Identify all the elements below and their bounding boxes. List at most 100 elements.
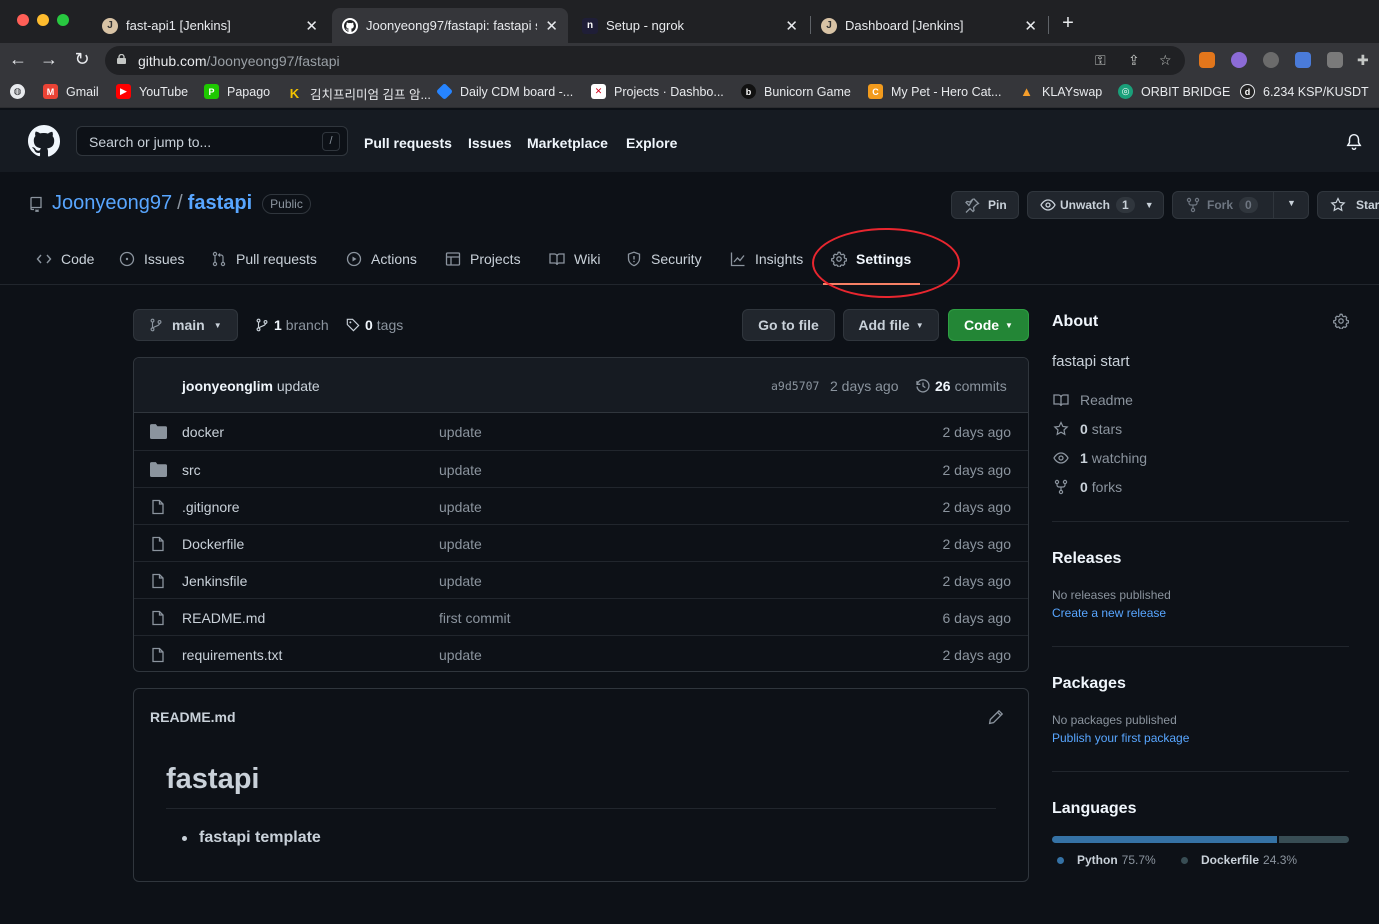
forks-link[interactable]: 0 forks <box>1053 479 1122 495</box>
browser-tab-jenkins-fastapi[interactable]: J fast-api1 [Jenkins] ✕ <box>92 8 328 43</box>
tags-link[interactable]: 0 tags <box>346 317 403 333</box>
pencil-icon[interactable] <box>988 709 1004 725</box>
bookmark-globe[interactable]: ◍ <box>10 84 25 99</box>
extension-icon[interactable] <box>1231 52 1247 68</box>
key-icon[interactable]: ⚿ <box>1095 52 1106 69</box>
tab-pull-requests[interactable]: Pull requests <box>211 251 317 267</box>
tab-actions[interactable]: Actions <box>346 251 417 267</box>
file-name-link[interactable]: .gitignore <box>182 499 240 515</box>
fork-button[interactable]: Fork 0 ▼ <box>1172 191 1309 219</box>
bookmark-bunicorn[interactable]: b Bunicorn Game <box>741 84 851 99</box>
repo-name-link[interactable]: fastapi <box>188 192 252 215</box>
translate-extension-icon[interactable] <box>1295 52 1311 68</box>
file-name-link[interactable]: docker <box>182 424 224 440</box>
window-zoom-button[interactable] <box>57 14 69 26</box>
readme-link[interactable]: Readme <box>1053 392 1133 408</box>
file-row-jenkinsfile[interactable]: Jenkinsfile update 2 days ago <box>134 561 1028 598</box>
unwatch-button[interactable]: Unwatch 1 ▼ <box>1027 191 1164 219</box>
bookmark-papago[interactable]: P Papago <box>204 84 270 99</box>
nav-marketplace[interactable]: Marketplace <box>527 135 608 151</box>
file-name-link[interactable]: requirements.txt <box>182 647 282 663</box>
star-button[interactable]: Star <box>1317 191 1379 219</box>
file-commit-message[interactable]: update <box>439 536 482 552</box>
go-to-file-button[interactable]: Go to file <box>742 309 835 341</box>
back-button[interactable]: ← <box>7 49 29 70</box>
file-commit-message[interactable]: update <box>439 647 482 663</box>
pin-button[interactable]: Pin <box>951 191 1019 219</box>
reload-button[interactable]: ↻ <box>71 49 93 70</box>
add-file-button[interactable]: Add file ▼ <box>843 309 939 341</box>
file-name-link[interactable]: README.md <box>182 610 265 626</box>
file-row-src[interactable]: src update 2 days ago <box>134 450 1028 487</box>
nav-pull-requests[interactable]: Pull requests <box>364 135 452 151</box>
new-tab-button[interactable]: + <box>1058 12 1078 35</box>
file-commit-message[interactable]: update <box>439 499 482 515</box>
gear-icon[interactable] <box>1333 313 1349 329</box>
share-icon[interactable]: ⇪ <box>1128 52 1140 69</box>
browser-tab-jenkins-dashboard[interactable]: J Dashboard [Jenkins] ✕ <box>811 8 1047 43</box>
file-row-requirements[interactable]: requirements.txt update 2 days ago <box>134 635 1028 671</box>
bookmark-gmail[interactable]: M Gmail <box>43 84 99 99</box>
address-bar[interactable]: github.com/Joonyeong97/fastapi ⚿ ⇪ ☆ <box>105 46 1185 75</box>
close-tab-icon[interactable]: ✕ <box>545 17 558 35</box>
tab-wiki[interactable]: Wiki <box>549 251 600 267</box>
extensions-puzzle-icon[interactable]: ✚ <box>1357 52 1373 68</box>
nav-issues[interactable]: Issues <box>468 135 512 151</box>
bookmark-kimchi[interactable]: K 김치프리미엄 김프 암... <box>287 84 431 103</box>
tab-code[interactable]: Code <box>36 251 94 267</box>
releases-heading[interactable]: Releases <box>1052 550 1121 568</box>
tab-projects[interactable]: Projects <box>445 251 521 267</box>
extension-icon[interactable] <box>1327 52 1343 68</box>
file-commit-message[interactable]: first commit <box>439 610 511 626</box>
language-python[interactable]: Python 75.7% <box>1057 853 1156 867</box>
window-minimize-button[interactable] <box>37 14 49 26</box>
publish-package-link[interactable]: Publish your first package <box>1052 731 1189 745</box>
forward-button[interactable]: → <box>38 49 60 70</box>
commit-sha-link[interactable]: a9d5707 <box>771 379 819 393</box>
stars-link[interactable]: 0 stars <box>1053 421 1122 437</box>
file-commit-message[interactable]: update <box>439 462 482 478</box>
commit-author-link[interactable]: joonyeonglim <box>182 378 273 394</box>
close-tab-icon[interactable]: ✕ <box>1024 17 1037 35</box>
file-name-link[interactable]: Dockerfile <box>182 536 244 552</box>
close-tab-icon[interactable]: ✕ <box>785 17 798 35</box>
code-dropdown-button[interactable]: Code ▼ <box>948 309 1029 341</box>
bookmark-star-icon[interactable]: ☆ <box>1159 52 1172 69</box>
bookmark-my-pet[interactable]: C My Pet - Hero Cat... <box>868 84 1001 99</box>
nav-explore[interactable]: Explore <box>626 135 677 151</box>
file-row-dockerfile[interactable]: Dockerfile update 2 days ago <box>134 524 1028 561</box>
extension-icon[interactable] <box>1263 52 1279 68</box>
browser-tab-ngrok[interactable]: n Setup - ngrok ✕ <box>572 8 808 43</box>
metamask-extension-icon[interactable] <box>1199 52 1215 68</box>
file-row-docker[interactable]: docker update 2 days ago <box>134 413 1028 450</box>
notifications-bell-icon[interactable] <box>1345 133 1363 151</box>
branch-selector[interactable]: main ▼ <box>133 309 238 341</box>
readme-filename[interactable]: README.md <box>150 709 236 725</box>
browser-tab-github[interactable]: Joonyeong97/fastapi: fastapi st ✕ <box>332 8 568 43</box>
file-row-readme[interactable]: README.md first commit 6 days ago <box>134 598 1028 635</box>
tab-insights[interactable]: Insights <box>730 251 803 267</box>
bookmark-ksp[interactable]: d 6.234 KSP/KUSDT <box>1240 84 1369 99</box>
file-name-link[interactable]: src <box>182 462 201 478</box>
window-close-button[interactable] <box>17 14 29 26</box>
commits-history-link[interactable]: 26 commits <box>915 378 1007 394</box>
close-tab-icon[interactable]: ✕ <box>305 17 318 35</box>
commit-message-link[interactable]: update <box>277 378 320 394</box>
bookmark-klayswap[interactable]: ▲ KLAYswap <box>1019 84 1102 99</box>
bookmark-projects[interactable]: ✕ Projects · Dashbo... <box>591 84 724 99</box>
bookmark-youtube[interactable]: ▶ YouTube <box>116 84 188 99</box>
github-logo-icon[interactable] <box>28 125 60 157</box>
search-input[interactable]: Search or jump to... / <box>76 126 348 156</box>
bookmark-orbit-bridge[interactable]: ◎ ORBIT BRIDGE <box>1118 84 1230 99</box>
file-row-gitignore[interactable]: .gitignore update 2 days ago <box>134 487 1028 524</box>
tab-security[interactable]: Security <box>626 251 702 267</box>
bookmark-daily-cdm[interactable]: Daily CDM board -... <box>436 83 573 100</box>
language-dockerfile[interactable]: Dockerfile 24.3% <box>1181 853 1297 867</box>
watching-link[interactable]: 1 watching <box>1053 450 1147 466</box>
packages-heading[interactable]: Packages <box>1052 675 1126 693</box>
tab-issues[interactable]: Issues <box>119 251 184 267</box>
file-commit-message[interactable]: update <box>439 424 482 440</box>
file-commit-message[interactable]: update <box>439 573 482 589</box>
create-release-link[interactable]: Create a new release <box>1052 606 1166 620</box>
branches-link[interactable]: 1 branch <box>255 317 329 333</box>
